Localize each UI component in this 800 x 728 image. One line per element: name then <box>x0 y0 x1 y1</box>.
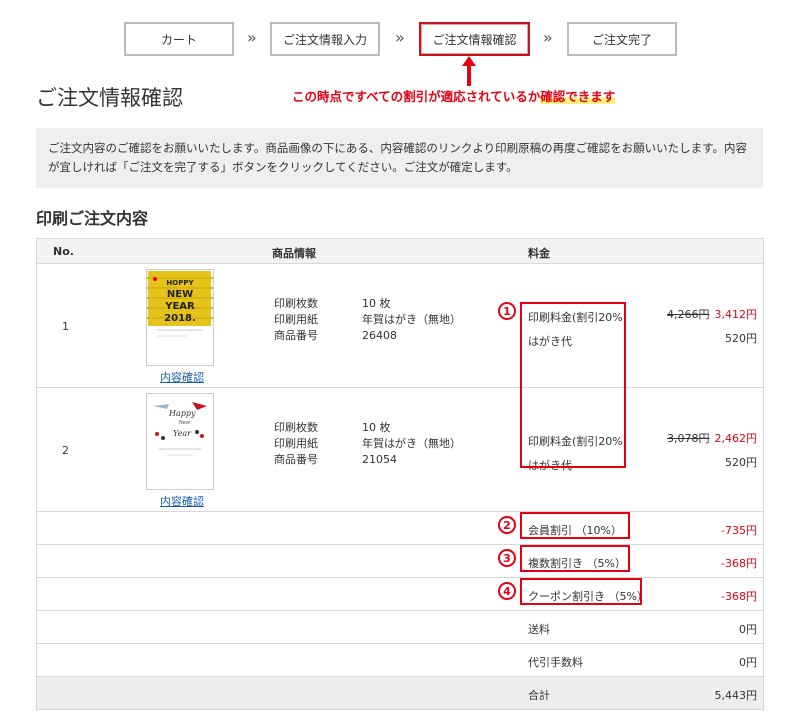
step-cart: カート <box>124 22 234 56</box>
order-notice: ご注文内容のご確認をお願いいたします。商品画像の下にある、内容確認のリンクより印… <box>36 128 763 188</box>
cod-fee-label: 代引手数料 <box>528 656 583 669</box>
step-separator: » <box>543 28 553 47</box>
discount-amount: -368円 <box>721 557 757 570</box>
order-table: No. 商品情報 料金 1 HOPPY NEW YEAR 2018. 内容確認 <box>36 238 764 710</box>
svg-text:Happy: Happy <box>168 409 196 418</box>
postcard-price: 520円 <box>725 456 757 469</box>
svg-text:New: New <box>179 420 190 426</box>
annotation-badge: 2 <box>498 516 516 534</box>
table-row-cod-fee: 代引手数料 0円 <box>37 643 763 676</box>
svg-text:HOPPY: HOPPY <box>166 279 194 287</box>
header-price: 料金 <box>528 247 550 260</box>
item-no: 2 <box>62 444 69 457</box>
table-row: 2 Happy New Year 内容確認 印刷枚数 10 枚 印刷用紙 年賀はがき… <box>37 387 763 511</box>
annotation-box-item-fees <box>520 302 626 468</box>
step-separator: » <box>395 28 405 47</box>
shipping-label: 送料 <box>528 623 550 636</box>
discount-amount: -368円 <box>721 590 757 603</box>
annotation-badge: 3 <box>498 549 516 567</box>
new-year-card-image: Happy New Year <box>148 395 212 488</box>
new-year-card-image: HOPPY NEW YEAR 2018. <box>147 271 213 337</box>
annotation-box-member-discount <box>520 512 630 539</box>
cod-fee-amount: 0円 <box>739 656 757 669</box>
table-row-shipping: 送料 0円 <box>37 610 763 643</box>
checkout-steps: カート » ご注文情報入力 » ご注文情報確認 » ご注文完了 <box>0 22 800 56</box>
content-confirm-link[interactable]: 内容確認 <box>160 369 204 385</box>
postcard-price: 520円 <box>725 332 757 345</box>
annotation-box-coupon-discount <box>520 578 642 605</box>
discount-amount: -735円 <box>721 524 757 537</box>
total-label: 合計 <box>528 689 550 702</box>
content-confirm-link[interactable]: 内容確認 <box>160 493 204 509</box>
table-row-multi-discount: 複数割引き （5%） -368円 <box>37 544 763 577</box>
annotation-badge: 4 <box>498 582 516 600</box>
table-row-member-discount: 会員割引 （10%） -735円 <box>37 511 763 544</box>
step-order-info: ご注文情報入力 <box>270 22 380 56</box>
page-title: ご注文情報確認 <box>36 86 183 110</box>
svg-text:Year: Year <box>173 429 192 438</box>
original-price: 4,266円 <box>667 308 710 321</box>
annotation-box-multi-discount <box>520 545 630 572</box>
total-amount: 5,443円 <box>714 689 758 702</box>
arrow-up-icon <box>462 56 476 86</box>
original-price: 3,078円 <box>667 432 710 445</box>
header-product: 商品情報 <box>272 247 316 260</box>
product-thumbnail[interactable]: HOPPY NEW YEAR 2018. <box>146 269 214 366</box>
annotation-note: この時点ですべての割引が適応されているか確認できます <box>292 89 616 104</box>
item-no: 1 <box>62 320 69 333</box>
table-header: No. 商品情報 料金 <box>37 239 763 263</box>
shipping-amount: 0円 <box>739 623 757 636</box>
step-order-complete: ご注文完了 <box>567 22 677 56</box>
table-row: 1 HOPPY NEW YEAR 2018. 内容確認 印刷枚数 10 枚 印刷用… <box>37 263 763 387</box>
step-separator: » <box>247 28 257 47</box>
product-thumbnail[interactable]: Happy New Year <box>146 393 214 490</box>
discounted-price: 2,462円 <box>714 432 758 445</box>
table-row-total: 合計 5,443円 <box>37 676 763 709</box>
annotation-badge: 1 <box>498 302 516 320</box>
discounted-price: 3,412円 <box>714 308 758 321</box>
header-no: No. <box>53 245 74 258</box>
section-title: 印刷ご注文内容 <box>36 209 149 228</box>
svg-text:2018.: 2018. <box>164 313 196 324</box>
table-row-coupon-discount: クーポン割引き （5%） -368円 <box>37 577 763 610</box>
svg-text:NEW: NEW <box>167 289 193 300</box>
step-order-confirm: ご注文情報確認 <box>419 22 530 56</box>
svg-text:YEAR: YEAR <box>164 301 195 312</box>
